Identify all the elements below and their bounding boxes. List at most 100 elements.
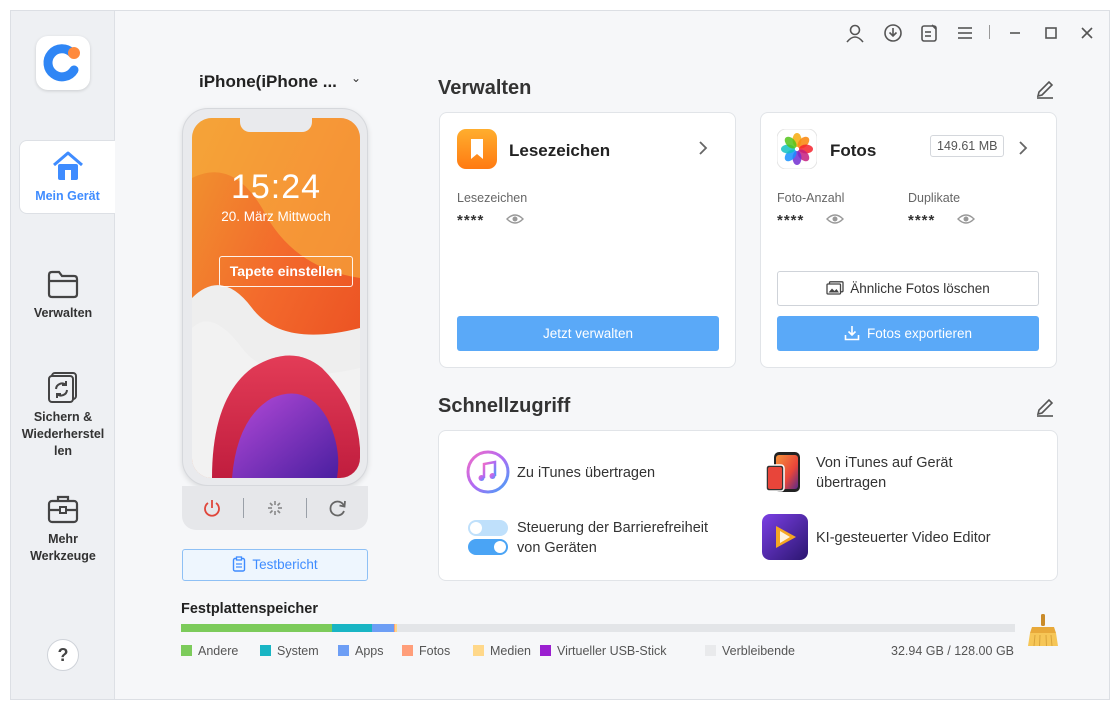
export-photos-label: Fotos exportieren	[866, 326, 973, 341]
home-icon	[52, 151, 83, 180]
storage-segment-system	[331, 624, 372, 632]
sidebar-item-sichern-wiederherstellen[interactable]: Sichern & Wiederherstel len	[11, 371, 115, 460]
legend-item: Verbleibende	[705, 644, 795, 658]
photo-count-label: Foto-Anzahl	[777, 191, 845, 205]
phone-wallpaper: 15:24 20. März Mittwoch Tapete einstelle…	[192, 118, 360, 478]
legend-swatch	[705, 645, 716, 656]
phone-preview: 15:24 20. März Mittwoch Tapete einstelle…	[182, 108, 368, 486]
quick-access-item-label-line-1: Steuerung der Barrierefreiheit	[517, 520, 709, 536]
bookmarks-title: Lesezeichen	[509, 141, 611, 160]
legend-swatch	[338, 645, 349, 656]
legend-label: Fotos	[419, 644, 451, 658]
sidebar-item-verwalten[interactable]: Verwalten	[11, 269, 115, 322]
storage-title: Festplattenspeicher	[181, 601, 318, 617]
accessibility-toggle-icon	[468, 520, 508, 555]
close-icon[interactable]	[1077, 23, 1097, 43]
device-name[interactable]: iPhone(iPhone ...	[199, 72, 337, 92]
help-button[interactable]: ?	[47, 639, 79, 671]
test-report-label: Testbericht	[252, 557, 318, 572]
delete-similar-photos-button[interactable]: Ähnliche Fotos löschen	[777, 271, 1039, 306]
sidebar-item-label-line-1: Mehr	[48, 532, 78, 546]
legend-label: Andere	[198, 644, 239, 658]
quick-access-item-label: Zu iTunes übertragen	[517, 465, 656, 481]
bookmarks-card: Lesezeichen Lesezeichen **** Jetzt verwa…	[439, 112, 736, 368]
set-wallpaper-button[interactable]: Tapete einstellen	[219, 256, 353, 287]
legend-item: Andere	[181, 644, 238, 658]
cleanup-broom-icon[interactable]	[1026, 613, 1060, 647]
sidebar-item-label-line-2: Werkzeuge	[30, 549, 96, 563]
photos-title: Fotos	[830, 141, 877, 160]
sidebar-item-mehr-werkzeuge[interactable]: Mehr Werkzeuge	[11, 493, 115, 565]
sidebar-item-label-line-2: Wiederherstel	[21, 427, 105, 441]
toolbox-icon	[47, 495, 79, 524]
export-photos-button[interactable]: Fotos exportieren	[777, 316, 1039, 351]
maximize-icon[interactable]	[1041, 23, 1061, 43]
storage-segment-andere	[181, 624, 332, 632]
legend-swatch	[540, 645, 551, 656]
photos-icon	[777, 129, 817, 169]
sidebar-item-label-line-3: len	[53, 444, 73, 458]
photo-stack-icon	[826, 281, 844, 295]
sidebar-item-label-line-1: Sichern &	[33, 410, 93, 424]
quick-access-item-label-line-1: Von iTunes auf Gerät	[816, 455, 953, 471]
legend-swatch	[181, 645, 192, 656]
edit-icon[interactable]	[1034, 396, 1056, 418]
eye-icon[interactable]	[506, 213, 524, 225]
legend-label: Verbleibende	[722, 644, 795, 658]
duplicates-label: Duplikate	[908, 191, 961, 205]
account-icon[interactable]	[845, 23, 865, 43]
legend-label: Apps	[355, 644, 384, 658]
control-divider	[243, 498, 244, 518]
legend-swatch	[260, 645, 271, 656]
legend-label: System	[277, 644, 319, 658]
manage-now-button[interactable]: Jetzt verwalten	[457, 316, 719, 351]
download-icon[interactable]	[883, 23, 903, 43]
sidebar-item-label: Verwalten	[33, 306, 93, 320]
app-logo	[36, 36, 90, 90]
chevron-down-icon[interactable]: ⌄	[351, 71, 361, 85]
delete-similar-photos-label: Ähnliche Fotos löschen	[850, 281, 990, 296]
phone-date: 20. März Mittwoch	[221, 209, 331, 224]
test-report-button[interactable]: Testbericht	[182, 549, 368, 581]
eye-icon[interactable]	[957, 213, 975, 225]
bookmarks-count: ****	[457, 212, 485, 229]
loading-icon[interactable]	[264, 497, 286, 519]
eye-icon[interactable]	[826, 213, 844, 225]
export-icon	[844, 326, 860, 341]
power-icon[interactable]	[201, 497, 223, 519]
control-divider	[306, 498, 307, 518]
sidebar-item-mein-geraet[interactable]: Mein Gerät	[19, 140, 115, 214]
feedback-icon[interactable]	[919, 23, 939, 43]
legend-label: Virtueller USB-Stick	[557, 644, 667, 658]
legend-swatch	[473, 645, 484, 656]
backup-restore-icon	[48, 372, 77, 403]
clipboard-icon	[233, 556, 246, 572]
topbar-divider	[989, 25, 990, 39]
quick-access-item-label: KI-gesteuerter Video Editor	[816, 530, 991, 546]
bookmarks-label: Lesezeichen	[457, 191, 528, 205]
menu-icon[interactable]	[955, 23, 975, 43]
chevron-right-icon[interactable]	[1017, 139, 1029, 157]
storage-total: 32.94 GB / 128.00 GB	[891, 644, 1014, 658]
legend-item: Fotos	[402, 644, 450, 658]
photos-card: Fotos 149.61 MB Foto-Anzahl **** Duplika…	[760, 112, 1057, 368]
phone-clock: 15:24	[230, 168, 322, 206]
storage-segment-medien	[395, 624, 397, 632]
photos-size-badge: 149.61 MB	[930, 135, 1005, 157]
quick-access-title: Schnellzugriff	[438, 395, 571, 417]
bookmark-icon	[457, 129, 497, 169]
chevron-right-icon[interactable]	[697, 139, 709, 157]
quick-access-card: Zu iTunes übertragen Von iTunes auf Gerä…	[438, 430, 1058, 581]
refresh-icon[interactable]	[327, 497, 349, 519]
duplicates-value: ****	[908, 212, 936, 229]
edit-icon[interactable]	[1034, 78, 1056, 100]
video-editor-icon	[762, 514, 808, 560]
itunes-icon	[466, 450, 510, 494]
phone-controls	[182, 486, 368, 530]
storage-segment-apps	[371, 624, 394, 632]
phone-notch	[240, 118, 312, 132]
sidebar-item-label: Mein Gerät	[35, 189, 100, 203]
minimize-icon[interactable]	[1005, 23, 1025, 43]
legend-item: Medien	[473, 644, 531, 658]
folder-icon	[47, 270, 79, 299]
